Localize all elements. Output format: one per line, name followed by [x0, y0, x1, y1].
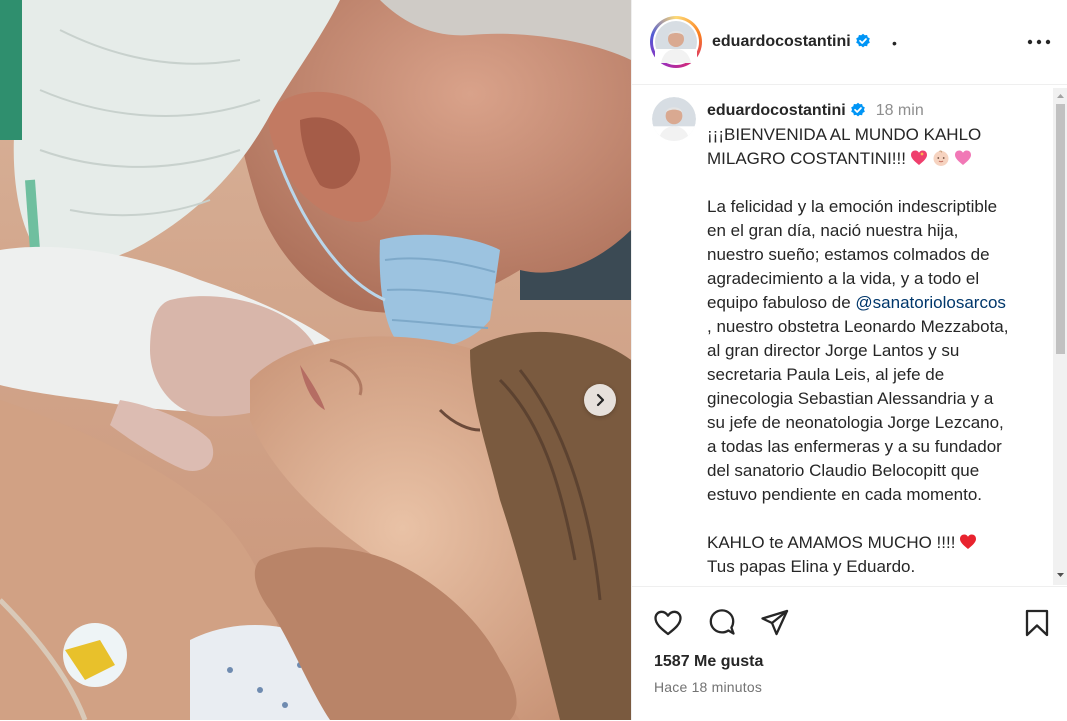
photo-scene — [0, 0, 631, 720]
more-options-icon — [1027, 39, 1051, 45]
caption-line: agradecimiento a la vida, y a todo el — [707, 269, 980, 288]
caption-scrollbar[interactable] — [1053, 88, 1067, 585]
caption-line: en el gran día, nació nuestra hija, — [707, 221, 959, 240]
share-icon — [761, 609, 789, 636]
scroll-up-arrow-icon[interactable] — [1053, 90, 1067, 102]
post-timestamp[interactable]: Hace 18 minutos — [654, 679, 762, 695]
caption-line: equipo fabuloso de @sanatoriolosarcos — [707, 291, 1042, 315]
mention-link[interactable]: @sanatoriolosarcos — [855, 293, 1006, 312]
share-button[interactable] — [759, 607, 791, 639]
bookmark-icon — [1025, 609, 1049, 637]
username-text[interactable]: eduardocostantini — [712, 33, 851, 50]
avatar — [655, 21, 697, 63]
caption-line: , nuestro obstetra Leonardo Mezzabota, — [707, 317, 1009, 336]
post-side-panel: eduardocostantini • eduardocostantini 18 … — [631, 0, 1067, 720]
verified-badge-icon — [855, 33, 870, 48]
sparkling-heart-emoji — [910, 150, 927, 165]
caption-area: eduardocostantini 18 min ¡¡¡BIENVENIDA AL… — [632, 85, 1067, 585]
likes-count[interactable]: 1587 Me gusta — [654, 653, 763, 671]
caption-line: estuvo pendiente en cada momento. — [707, 485, 983, 504]
red-heart-emoji — [960, 534, 977, 549]
caption-line-text: KAHLO te AMAMOS MUCHO !!!! — [707, 533, 956, 552]
header-separator: • — [892, 35, 897, 51]
caption-line: secretaria Paula Leis, al jefe de — [707, 365, 945, 384]
heart-icon — [654, 610, 682, 636]
caption-timestamp[interactable]: 18 min — [876, 102, 924, 119]
caption-line: su jefe de neonatologia Jorge Lezcano, — [707, 413, 1004, 432]
caption-text: eduardocostantini 18 min ¡¡¡BIENVENIDA AL… — [707, 98, 1042, 579]
post-photo[interactable] — [0, 0, 631, 720]
next-image-button[interactable] — [584, 384, 616, 416]
caption-line: Tus papas Elina y Eduardo. — [707, 557, 916, 576]
pink-heart-emoji — [954, 150, 971, 165]
caption-username[interactable]: eduardocostantini — [707, 102, 846, 119]
comment-icon — [709, 609, 735, 635]
caption-line: MILAGRO COSTANTINI!!! — [707, 147, 1042, 171]
caption-avatar[interactable] — [652, 97, 696, 141]
post-actions: 1587 Me gusta Hace 18 minutos — [632, 586, 1067, 721]
chevron-right-icon — [596, 393, 605, 407]
post-author-username[interactable]: eduardocostantini — [712, 33, 871, 51]
comment-button[interactable] — [706, 607, 738, 639]
avatar-story-ring[interactable] — [650, 16, 702, 68]
caption-line-text: MILAGRO COSTANTINI!!! — [707, 149, 906, 168]
caption-line: del sanatorio Claudio Belocopitt que — [707, 461, 980, 480]
caption-line-text: equipo fabuloso de — [707, 293, 851, 312]
caption-line: ¡¡¡BIENVENIDA AL MUNDO KAHLO — [707, 125, 982, 144]
caption-line: al gran director Jorge Lantos y su — [707, 341, 960, 360]
caption-line: a todas las enfermeras y a su fundador — [707, 437, 1002, 456]
post-header: eduardocostantini • — [632, 0, 1067, 85]
caption-line: nuestro sueño; estamos colmados de — [707, 245, 990, 264]
caption-line: La felicidad y la emoción indescriptible — [707, 197, 998, 216]
like-button[interactable] — [652, 607, 684, 639]
scroll-down-arrow-icon[interactable] — [1053, 569, 1067, 581]
baby-face-emoji — [933, 150, 949, 166]
verified-badge-icon — [850, 102, 865, 117]
save-button[interactable] — [1021, 607, 1053, 639]
caption-line: ginecologia Sebastian Alessandria y a — [707, 389, 994, 408]
scrollbar-thumb[interactable] — [1056, 104, 1065, 354]
avatar — [652, 97, 696, 141]
more-options-button[interactable] — [1024, 30, 1054, 54]
caption-line: KAHLO te AMAMOS MUCHO !!!! — [707, 531, 1042, 555]
